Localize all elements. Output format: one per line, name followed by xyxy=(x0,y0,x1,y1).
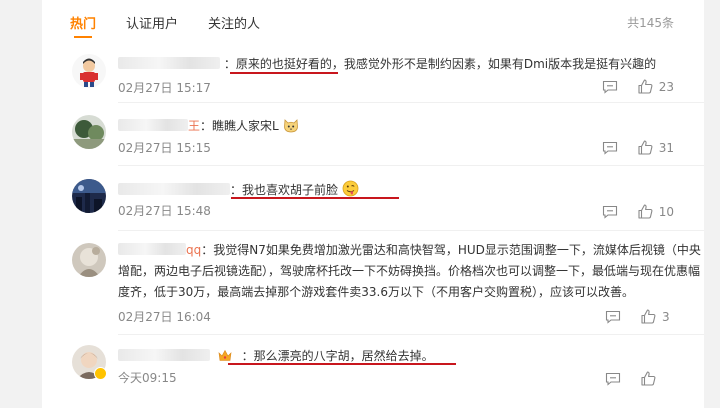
reply-button[interactable] xyxy=(602,80,618,94)
like-count: 23 xyxy=(658,79,674,94)
avatar[interactable] xyxy=(72,54,106,88)
comment-text: ，我感觉外形不是制约因素，如果有Dmi版本我是挺有兴趣的 xyxy=(331,57,657,71)
cat-face-icon xyxy=(283,119,298,133)
like-count: 31 xyxy=(658,140,674,155)
thumbs-up-icon xyxy=(638,79,653,94)
divider xyxy=(118,334,704,335)
username[interactable] xyxy=(118,243,186,255)
username[interactable] xyxy=(118,119,188,131)
timestamp: 02月27日 15:48 xyxy=(118,204,211,218)
tongue-out-face-icon xyxy=(342,180,359,197)
comment-icon xyxy=(605,372,621,386)
comment-text: 那么漂亮的八字胡，居然给去掉。 xyxy=(253,349,434,363)
comment-icon xyxy=(602,141,617,155)
username[interactable] xyxy=(118,349,210,361)
like-button[interactable]: 31 xyxy=(638,140,674,155)
comment-count: 共145条 xyxy=(627,16,674,30)
username[interactable] xyxy=(118,57,220,69)
red-underline xyxy=(231,197,399,199)
comment-text: 我也喜欢胡子前脸 xyxy=(242,183,339,197)
timestamp: 02月27日 15:15 xyxy=(118,141,211,155)
thumbs-up-icon xyxy=(638,140,653,155)
reply-button[interactable] xyxy=(605,372,621,386)
like-count: 3 xyxy=(662,309,670,324)
divider xyxy=(118,230,704,231)
red-underline xyxy=(230,72,338,74)
avatar[interactable] xyxy=(72,179,106,213)
like-button[interactable]: 3 xyxy=(641,309,674,324)
tab-following[interactable]: 关注的人 xyxy=(208,13,260,32)
avatar[interactable] xyxy=(72,243,106,277)
comment-text: 瞧瞧人家宋L xyxy=(212,119,279,133)
red-underline xyxy=(228,363,456,365)
comment-icon xyxy=(605,310,621,324)
tab-verified-users[interactable]: 认证用户 xyxy=(126,13,178,32)
verified-badge-icon xyxy=(94,367,107,380)
divider xyxy=(118,102,704,103)
like-button[interactable]: 23 xyxy=(638,79,674,94)
like-button[interactable]: 10 xyxy=(638,204,674,219)
timestamp: 今天09:15 xyxy=(118,371,177,385)
like-count: 10 xyxy=(658,204,674,219)
comment-icon xyxy=(602,205,617,219)
timestamp: 02月27日 15:17 xyxy=(118,81,211,95)
comment-panel: 热门 认证用户 关注的人 共145条 ：原来的也挺好看的，我感觉外形不是制约因素… xyxy=(42,0,704,408)
comment-text: 原来的也挺好看的 xyxy=(235,57,332,71)
reply-button[interactable] xyxy=(602,205,618,219)
thumbs-up-icon xyxy=(641,371,656,386)
username[interactable] xyxy=(118,183,230,195)
like-button[interactable] xyxy=(641,371,674,386)
thumbs-up-icon xyxy=(641,309,656,324)
avatar[interactable] xyxy=(72,115,106,149)
username-tail[interactable]: 王 xyxy=(188,119,200,133)
crown-icon xyxy=(218,349,232,361)
tab-hot[interactable]: 热门 xyxy=(70,13,96,38)
reply-button[interactable] xyxy=(605,310,621,324)
reply-button[interactable] xyxy=(602,141,618,155)
comment-icon xyxy=(602,80,617,94)
username-tail[interactable]: qq xyxy=(186,243,201,257)
divider xyxy=(118,165,704,166)
thumbs-up-icon xyxy=(638,204,653,219)
timestamp: 02月27日 16:04 xyxy=(118,310,211,324)
comment-tabs: 热门 认证用户 关注的人 xyxy=(70,13,290,38)
